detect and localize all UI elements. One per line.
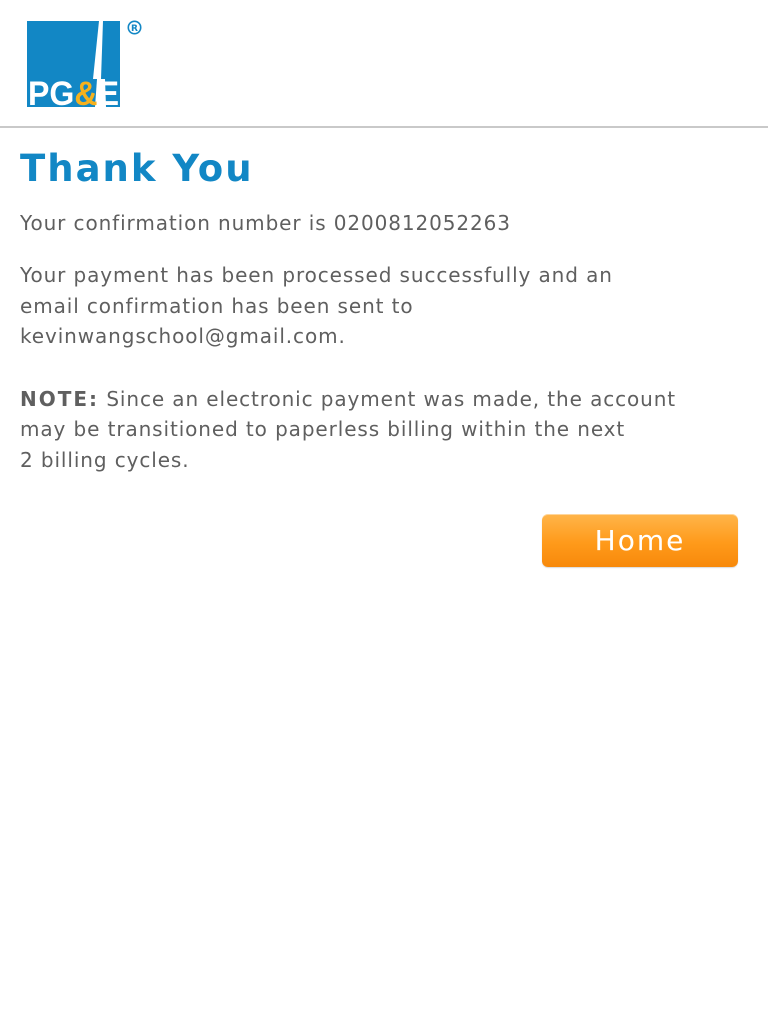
confirmation-number: 0200812052263 (333, 211, 511, 235)
note-line-1: Since an electronic payment was made, th… (106, 386, 677, 411)
paperless-note: NOTE: Since an electronic payment was ma… (20, 384, 750, 476)
note-line-2: may be transitioned to paperless billing… (20, 417, 626, 441)
note-label: NOTE: (20, 386, 100, 411)
confirmation-number-line: Your confirmation number is 020081205226… (20, 208, 750, 238)
confirmation-content: Thank You Your confirmation number is 02… (20, 146, 750, 475)
message-line-1: Your payment has been processed successf… (20, 263, 613, 287)
svg-text:R: R (131, 24, 138, 34)
payment-success-message: Your payment has been processed successf… (20, 260, 750, 352)
confirmation-label: Your confirmation number is (20, 211, 327, 235)
message-line-2: email confirmation has been sent to (20, 293, 414, 318)
email-suffix: . (338, 324, 346, 348)
svg-text:PG&E: PG&E (28, 75, 119, 107)
registered-trademark-icon: R (127, 20, 142, 35)
pge-logo: PG&E (27, 21, 120, 107)
note-line-3: 2 billing cycles. (20, 447, 190, 472)
home-button[interactable]: Home (542, 514, 738, 567)
page-title: Thank You (20, 147, 254, 190)
page-header: PG&E R (0, 0, 768, 128)
confirmation-email: kevinwangschool@gmail.com (20, 324, 339, 348)
